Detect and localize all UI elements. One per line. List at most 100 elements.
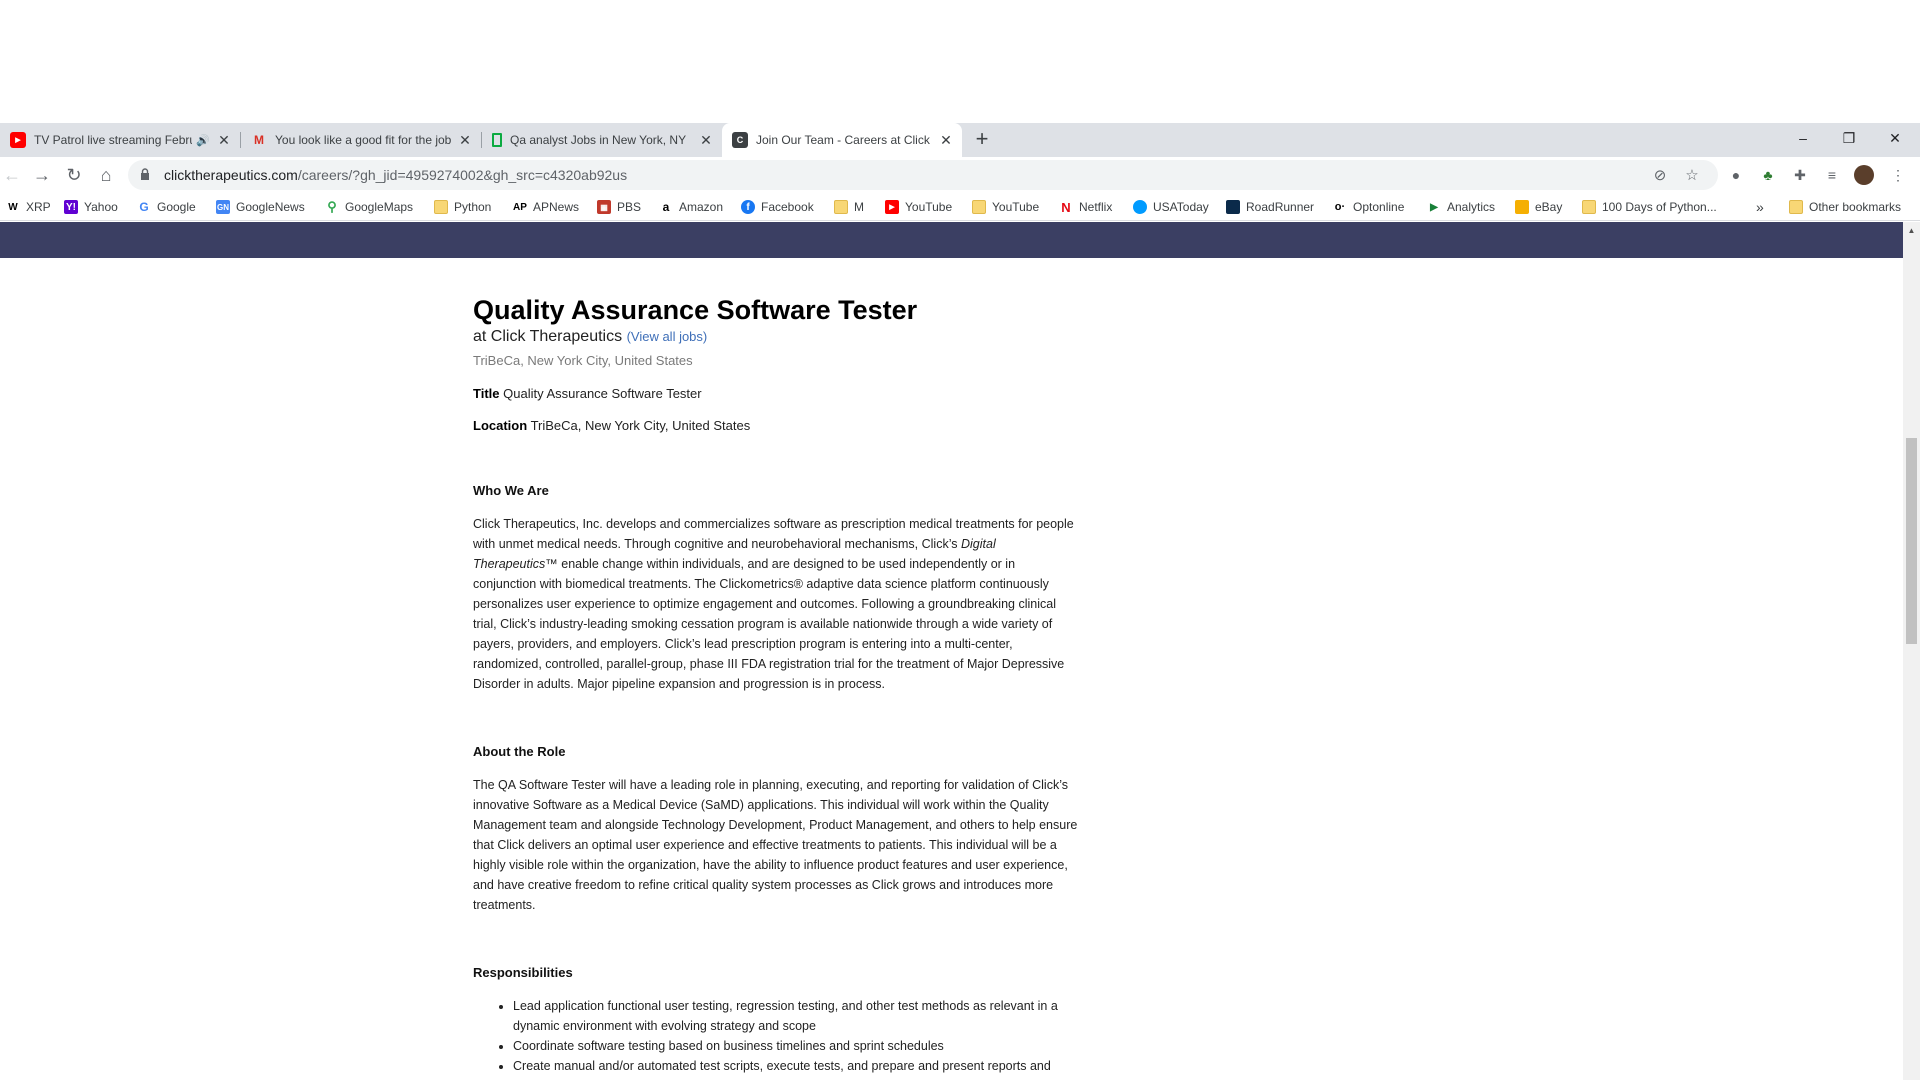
- back-icon[interactable]: ←: [0, 163, 24, 187]
- title-field: Title Quality Assurance Software Tester: [473, 386, 1083, 401]
- new-tab-button[interactable]: +: [970, 128, 994, 152]
- who-we-are-text: Click Therapeutics, Inc. develops and co…: [473, 517, 1074, 691]
- bookmark-python[interactable]: Python: [434, 198, 491, 216]
- bookmark-youtube-folder[interactable]: YouTube: [972, 198, 1039, 216]
- avatar[interactable]: [1854, 165, 1874, 185]
- who-we-are-heading: Who We Are: [473, 483, 549, 498]
- tab-title: TV Patrol live streaming February: [34, 133, 192, 147]
- google-icon: G: [139, 200, 149, 214]
- folder-icon: [834, 200, 848, 214]
- bookmark-xrp[interactable]: W XRP: [6, 198, 50, 216]
- title-label: Title: [473, 386, 500, 401]
- bookmark-ebay[interactable]: eBay: [1515, 198, 1562, 216]
- list-item: Create manual and/or automated test scri…: [513, 1056, 1078, 1080]
- close-icon[interactable]: ✕: [698, 132, 714, 148]
- bookmarks-bar: W XRP Y! Yahoo G Google GN GoogleNews ⚲ Googl…: [0, 193, 1920, 221]
- analytics-icon: ▶: [1430, 201, 1438, 213]
- bookmark-optonline[interactable]: o· Optonline: [1333, 198, 1405, 216]
- lock-icon: [141, 168, 149, 180]
- puzzle-icon[interactable]: ✚: [1790, 165, 1810, 185]
- facebook-icon: f: [741, 200, 755, 214]
- roadrunner-icon: [1226, 200, 1240, 214]
- speaker-icon[interactable]: 🔊: [196, 134, 210, 147]
- google-news-icon: GN: [216, 200, 230, 214]
- tab-gmail[interactable]: M You look like a good fit for the job ✕: [241, 123, 481, 157]
- bookmark-analytics[interactable]: ▶ Analytics: [1427, 198, 1495, 216]
- tab-click-careers[interactable]: C Join Our Team - Careers at Click Thera…: [722, 123, 962, 157]
- restore-button[interactable]: ❐: [1826, 123, 1872, 153]
- reload-icon[interactable]: ↻: [62, 163, 86, 187]
- page-scrollbar[interactable]: ▲: [1903, 222, 1920, 1080]
- view-all-jobs-link[interactable]: (View all jobs): [627, 329, 708, 344]
- bookmark-googlenews[interactable]: GN GoogleNews: [216, 198, 305, 216]
- ap-icon: AP: [513, 201, 527, 213]
- bookmark-yahoo[interactable]: Y! Yahoo: [64, 198, 118, 216]
- responsibilities-list: Lead application functional user testing…: [473, 996, 1078, 1080]
- bookmark-youtube[interactable]: ▶ YouTube: [885, 198, 952, 216]
- bookmark-googlemaps[interactable]: ⚲ GoogleMaps: [325, 198, 413, 216]
- yahoo-icon: Y!: [64, 200, 78, 214]
- more-bookmarks-button[interactable]: »: [1756, 198, 1764, 216]
- gmail-icon: M: [254, 133, 264, 147]
- location-label: Location: [473, 418, 528, 433]
- bookmark-apnews[interactable]: AP APNews: [513, 198, 579, 216]
- bookmark-google[interactable]: G Google: [137, 198, 195, 216]
- bookmark-roadrunner[interactable]: RoadRunner: [1226, 198, 1314, 216]
- scroll-up-arrow-icon[interactable]: ▲: [1903, 226, 1920, 238]
- location-field: Location TriBeCa, New York City, United …: [473, 418, 1083, 433]
- bookmark-usatoday[interactable]: USAToday: [1133, 198, 1209, 216]
- job-location: TriBeCa, New York City, United States: [473, 353, 693, 368]
- pbs-icon: ▦: [597, 200, 611, 214]
- address-bar[interactable]: clicktherapeutics.com/careers/?gh_jid=49…: [128, 160, 1718, 190]
- google-maps-icon: ⚲: [327, 199, 337, 214]
- bookmark-pbs[interactable]: ▦ PBS: [597, 198, 641, 216]
- list-item: Lead application functional user testing…: [513, 996, 1078, 1036]
- tab-tv-patrol[interactable]: ▶ TV Patrol live streaming February 🔊 ✕: [0, 123, 240, 157]
- media-control-icon[interactable]: ≡: [1822, 165, 1842, 185]
- page-viewport: Quality Assurance Software Tester at Cli…: [0, 222, 1903, 1080]
- ebay-icon: [1515, 200, 1529, 214]
- company-name: at Click Therapeutics: [473, 328, 623, 345]
- other-bookmarks[interactable]: Other bookmarks: [1789, 198, 1901, 216]
- tab-title: You look like a good fit for the job: [275, 133, 451, 147]
- bookmark-m[interactable]: M: [834, 198, 864, 216]
- amazon-icon: a: [662, 200, 670, 214]
- optonline-icon: o·: [1334, 201, 1346, 213]
- site-header-banner: [0, 222, 1903, 258]
- about-role-text: The QA Software Tester will have a leadi…: [473, 778, 1078, 912]
- bookmark-facebook[interactable]: f Facebook: [741, 198, 814, 216]
- list-item: Coordinate software testing based on bus…: [513, 1036, 1078, 1056]
- youtube-icon: ▶: [10, 132, 26, 148]
- url-text[interactable]: clicktherapeutics.com/careers/?gh_jid=49…: [164, 167, 627, 183]
- folder-icon: [1789, 200, 1803, 214]
- home-icon[interactable]: ⌂: [94, 163, 118, 187]
- menu-icon[interactable]: ⋮: [1888, 165, 1908, 185]
- title-value: Quality Assurance Software Tester: [503, 386, 702, 401]
- extension-tree-icon[interactable]: ♣: [1758, 165, 1778, 185]
- about-role-heading: About the Role: [473, 744, 566, 759]
- tab-glassdoor[interactable]: Qa analyst Jobs in New York, NY ✕: [482, 123, 722, 157]
- youtube-icon: ▶: [885, 200, 899, 214]
- folder-icon: [434, 200, 448, 214]
- close-window-button[interactable]: ✕: [1872, 123, 1918, 153]
- desktop-blank-area: [0, 0, 1920, 123]
- browser-toolbar: ← → ↻ ⌂ clicktherapeutics.com/careers/?g…: [0, 157, 1920, 193]
- bookmark-amazon[interactable]: a Amazon: [659, 198, 723, 216]
- close-icon[interactable]: ✕: [938, 132, 954, 148]
- eye-slash-icon[interactable]: ⊘: [1650, 166, 1670, 186]
- folder-icon: [972, 200, 986, 214]
- job-posting: Quality Assurance Software Tester at Cli…: [473, 294, 1083, 1080]
- scroll-thumb[interactable]: [1906, 438, 1917, 644]
- folder-icon: [1582, 200, 1596, 214]
- forward-icon[interactable]: →: [30, 163, 54, 187]
- close-icon[interactable]: ✕: [216, 132, 232, 148]
- location-value: TriBeCa, New York City, United States: [530, 418, 751, 433]
- close-icon[interactable]: ✕: [457, 132, 473, 148]
- job-title: Quality Assurance Software Tester: [473, 295, 918, 325]
- extension-mic-icon[interactable]: ●: [1726, 165, 1746, 185]
- minimize-button[interactable]: –: [1780, 123, 1826, 153]
- tab-title: Join Our Team - Careers at Click Therape…: [756, 133, 932, 147]
- bookmark-100-days-python[interactable]: 100 Days of Python...: [1582, 198, 1717, 216]
- star-icon[interactable]: ☆: [1682, 166, 1702, 186]
- bookmark-netflix[interactable]: N Netflix: [1059, 198, 1112, 216]
